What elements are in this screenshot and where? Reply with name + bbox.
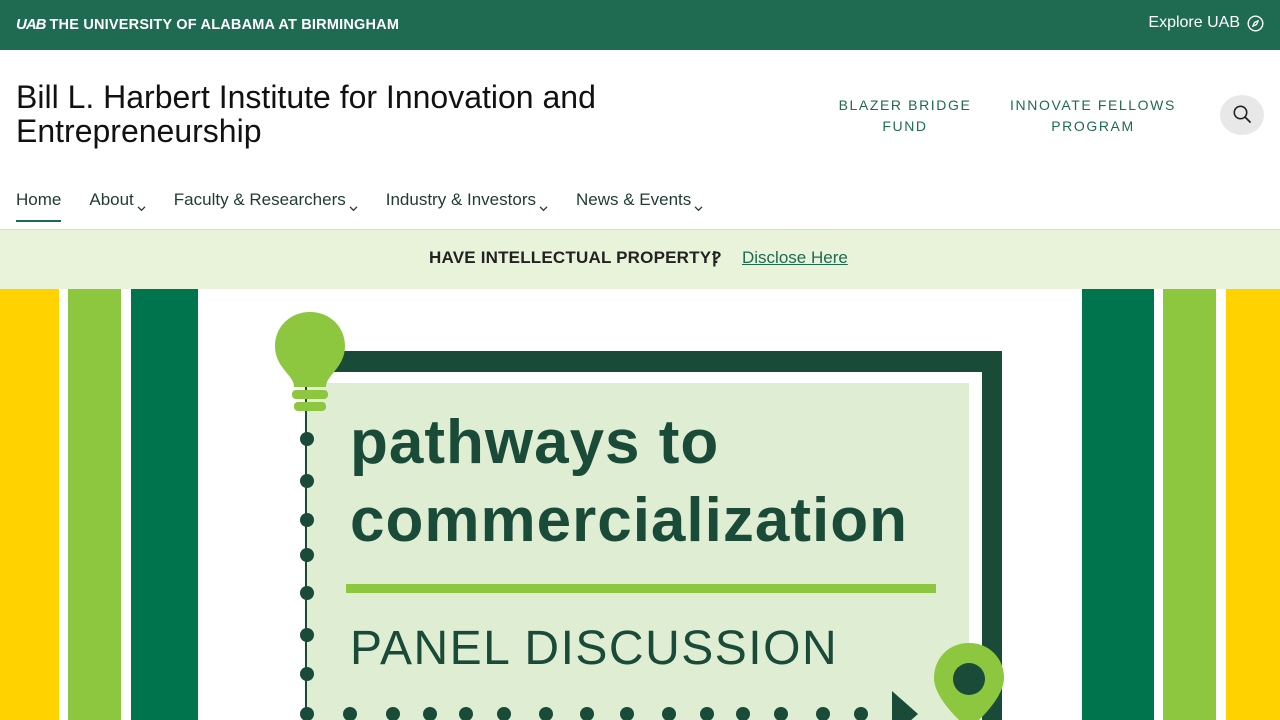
innovate-fellows-program-link[interactable]: INNOVATE FELLOWS PROGRAM: [1003, 95, 1183, 137]
nav-item-faculty-researchers[interactable]: Faculty & Researchers: [174, 188, 358, 220]
nav-item-industry-investors[interactable]: Industry & Investors: [386, 188, 548, 220]
nav-item-label: Industry & Investors: [385, 190, 536, 209]
nav-item-label: Faculty & Researchers: [173, 190, 346, 209]
chevron-down-icon: [539, 196, 548, 211]
disclose-here-link[interactable]: Disclose Here: [742, 248, 848, 268]
chevron-down-icon: [137, 196, 146, 211]
ip-disclosure-banner: HAVE INTELLECTUAL PROPERTY? | Disclose H…: [0, 230, 1280, 289]
lightbulb-icon: [275, 312, 345, 411]
banner-prompt: HAVE INTELLECTUAL PROPERTY?: [429, 248, 722, 267]
compass-icon: [1247, 14, 1264, 32]
hero-heading-line2: commercialization: [350, 486, 908, 555]
nav-item-about[interactable]: About: [89, 188, 146, 220]
chevron-down-icon: [694, 196, 703, 211]
hero-heading-line1: pathways to: [350, 408, 720, 477]
site-title[interactable]: Bill L. Harbert Institute for Innovation…: [16, 80, 716, 148]
banner-separator: |: [712, 248, 717, 267]
search-icon: [1232, 104, 1252, 127]
search-button[interactable]: [1220, 95, 1264, 135]
nav-item-home[interactable]: Home: [16, 188, 62, 222]
nav-item-news-events[interactable]: News & Events: [576, 188, 703, 220]
explore-uab-label: Explore UAB: [1148, 14, 1240, 31]
explore-uab-link[interactable]: Explore UAB: [1148, 14, 1264, 32]
uab-logo-mark: UAB: [16, 16, 46, 33]
blazer-bridge-fund-link[interactable]: BLAZER BRIDGE FUND: [830, 95, 980, 137]
hero-subheading: PANEL DISCUSSION: [350, 622, 839, 675]
chevron-down-icon: [349, 196, 358, 211]
utility-bar: UAB THE UNIVERSITY OF ALABAMA AT BIRMING…: [0, 0, 1280, 50]
map-pin-icon: [934, 643, 1004, 720]
uab-logo[interactable]: UAB THE UNIVERSITY OF ALABAMA AT BIRMING…: [16, 16, 400, 34]
main-nav: Home About Faculty & Researchers Industr…: [16, 188, 731, 222]
nav-item-label: About: [89, 190, 134, 209]
nav-item-label: News & Events: [575, 190, 692, 209]
nav-item-label: Home: [16, 190, 62, 209]
uab-logo-name: THE UNIVERSITY OF ALABAMA AT BIRMINGHAM: [49, 17, 400, 33]
hero-graphic: pathways to commercialization PANEL DISC…: [0, 289, 1280, 720]
